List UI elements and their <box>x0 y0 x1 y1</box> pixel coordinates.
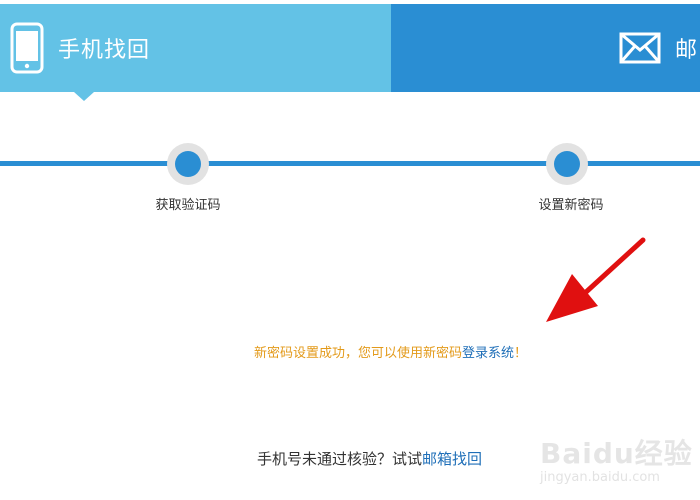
tab-email-recovery[interactable]: 邮 <box>391 4 700 92</box>
step-label-set-password: 设置新密码 <box>538 198 604 213</box>
step-node-get-code <box>167 143 209 185</box>
success-text: 新密码设置成功，您可以使用新密码 <box>254 346 463 361</box>
success-message: 新密码设置成功，您可以使用新密码登录系统！ <box>0 342 700 361</box>
watermark-url: jingyan.baidu.com <box>540 470 660 485</box>
step-dot <box>554 151 580 177</box>
tab-phone-recovery[interactable]: 手机找回 <box>0 4 391 92</box>
progress-line <box>0 161 700 166</box>
success-suffix: ！ <box>514 346 528 361</box>
mail-icon <box>619 32 661 64</box>
footer-hint: 手机号未通过核验？试试邮箱找回 <box>257 448 482 469</box>
login-system-link[interactable]: 登录系统 <box>462 346 514 361</box>
tab-email-label: 邮 <box>675 38 699 63</box>
tab-phone-label: 手机找回 <box>58 38 151 63</box>
footer-hint-text: 手机号未通过核验？试试 <box>257 450 423 468</box>
step-dot <box>175 151 201 177</box>
email-recovery-link[interactable]: 邮箱找回 <box>422 450 482 468</box>
step-label-get-code: 获取验证码 <box>155 198 221 213</box>
password-recovery-page: 手机找回 邮 获取验证码 设置新密码 新密码设置成功，您可以使用新密码登录系统！… <box>0 0 700 500</box>
phone-icon <box>10 22 44 74</box>
baidu-watermark: Baidu经验 jingyan.baidu.com <box>538 430 698 494</box>
active-tab-pointer <box>74 92 94 101</box>
watermark-brand: Baidu经验 <box>540 437 693 470</box>
step-node-set-password <box>546 143 588 185</box>
